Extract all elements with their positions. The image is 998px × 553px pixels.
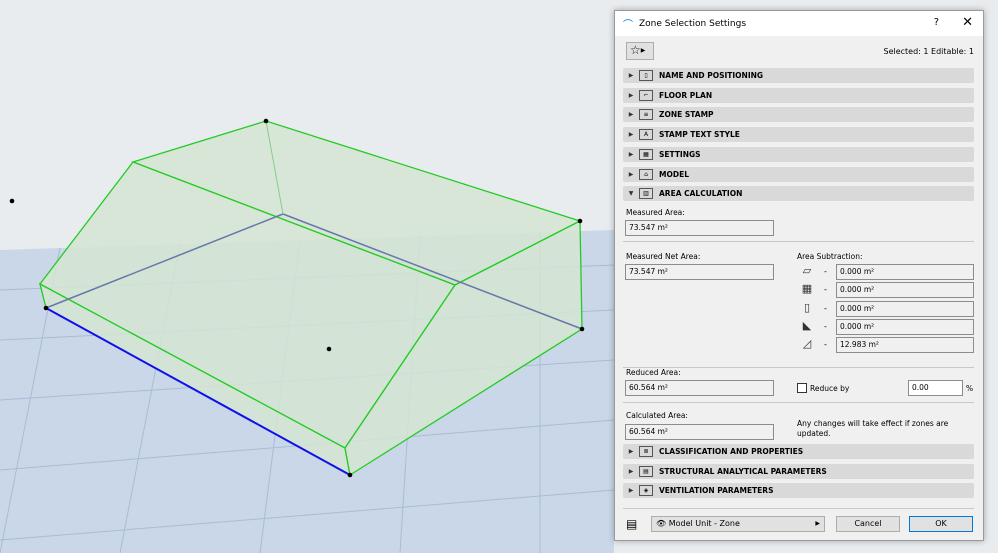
chevron-right-icon: ▶ — [640, 47, 646, 54]
reduced-area-field: 60.564 m² — [625, 380, 774, 396]
chevron-right-icon: ▶ — [628, 72, 634, 79]
divider — [623, 241, 974, 242]
reduce-by-label[interactable]: Reduce by — [810, 384, 849, 393]
section-zone-stamp[interactable]: ▶ ≡ ZONE STAMP — [623, 107, 974, 123]
chevron-right-icon: ▶ — [815, 520, 820, 527]
update-note: Any changes will take effect if zones ar… — [797, 419, 949, 438]
dialog-title: Zone Selection Settings — [639, 18, 747, 29]
chevron-right-icon: ▶ — [628, 111, 634, 119]
chevron-right-icon: ▶ — [628, 150, 634, 158]
subtraction-icon: ◿ — [802, 337, 812, 351]
layer-selector[interactable]: 👁 Model Unit - Zone ▶ — [651, 516, 825, 532]
chevron-down-icon: ▼ — [628, 190, 634, 198]
section-icon: ▥ — [639, 188, 653, 200]
area-subtraction-label: Area Subtraction: — [797, 252, 863, 261]
section-name-and-positioning[interactable]: ▶ ▯ NAME AND POSITIONING — [623, 68, 974, 83]
subtraction-field: 0.000 m² — [836, 264, 974, 280]
section-label: SETTINGS — [659, 149, 701, 159]
section-label: CLASSIFICATION AND PROPERTIES — [659, 447, 804, 456]
section-model[interactable]: ▶ ⌂ MODEL — [623, 166, 974, 182]
close-button[interactable]: ✕ — [962, 15, 973, 30]
section-icon: ▯ — [639, 70, 653, 81]
subtraction-field: 0.000 m² — [836, 300, 974, 317]
calculated-area-field: 60.564 m² — [625, 424, 774, 440]
app-icon: ⌒ — [623, 20, 633, 31]
dash: - — [824, 303, 827, 313]
section-structural-analytical-parameters[interactable]: ▶ ▤ STRUCTURAL ANALYTICAL PARAMETERS — [623, 463, 974, 479]
section-icon: ◈ — [639, 485, 653, 497]
section-classification-and-properties[interactable]: ▶ ≣ CLASSIFICATION AND PROPERTIES — [623, 444, 974, 459]
chevron-right-icon: ▶ — [628, 467, 634, 475]
net-area-label: Measured Net Area: — [626, 252, 701, 261]
reduce-by-checkbox[interactable] — [797, 383, 807, 393]
calculated-area-label: Calculated Area: — [626, 411, 688, 420]
measured-area-field: 73.547 m² — [625, 220, 774, 236]
section-icon: A — [639, 129, 653, 141]
section-icon: ⌐ — [639, 89, 653, 101]
layer-icon: ▤ — [626, 517, 638, 531]
layer-name: Model Unit - Zone — [668, 519, 740, 528]
section-area-calculation[interactable]: ▼ ▥ AREA CALCULATION — [623, 186, 974, 202]
section-stamp-text-style[interactable]: ▶ A STAMP TEXT STYLE — [623, 127, 974, 143]
section-label: VENTILATION PARAMETERS — [659, 486, 774, 496]
divider — [623, 402, 974, 403]
section-label: NAME AND POSITIONING — [659, 71, 764, 80]
subtraction-icon: ▱ — [802, 264, 812, 277]
section-icon: ▦ — [639, 148, 653, 160]
section-ventilation-parameters[interactable]: ▶ ◈ VENTILATION PARAMETERS — [623, 483, 974, 499]
selection-info: Selected: 1 Editable: 1 — [883, 47, 975, 56]
zone-selection-settings-dialog: ⌒ Zone Selection Settings ? ✕ ☆▶ Selecte… — [614, 10, 984, 541]
section-floor-plan[interactable]: ▶ ⌐ FLOOR PLAN — [623, 87, 974, 103]
dash: - — [824, 285, 827, 295]
dash: - — [824, 267, 827, 276]
section-label: STRUCTURAL ANALYTICAL PARAMETERS — [659, 466, 827, 476]
section-label: MODEL — [659, 169, 689, 179]
section-label: FLOOR PLAN — [659, 90, 713, 100]
reduce-by-input[interactable]: 0.00 — [908, 380, 963, 396]
percent-label: % — [966, 384, 974, 393]
chevron-right-icon: ▶ — [628, 91, 634, 99]
measured-area-label: Measured Area: — [626, 208, 685, 217]
section-settings[interactable]: ▶ ▦ SETTINGS — [623, 146, 974, 162]
cancel-button[interactable]: Cancel — [836, 516, 900, 532]
divider — [623, 508, 974, 509]
net-area-field: 73.547 m² — [625, 264, 774, 280]
subtraction-field: 0.000 m² — [836, 282, 974, 299]
dash: - — [824, 321, 827, 331]
favorites-button[interactable]: ☆▶ — [626, 42, 654, 60]
ok-button[interactable]: OK — [909, 516, 973, 532]
chevron-right-icon: ▶ — [628, 487, 634, 495]
section-icon: ≣ — [639, 446, 653, 457]
section-icon: ≡ — [639, 109, 653, 121]
section-label: ZONE STAMP — [659, 110, 714, 120]
subtraction-icon: ▦ — [801, 282, 813, 296]
eye-icon: 👁 — [656, 519, 667, 528]
chevron-right-icon: ▶ — [628, 170, 634, 178]
subtraction-field: 0.000 m² — [836, 318, 974, 335]
subtraction-icon: ◣ — [802, 318, 812, 332]
section-label: AREA CALCULATION — [659, 189, 743, 199]
title-bar: ⌒ Zone Selection Settings ? ✕ — [615, 11, 983, 36]
star-icon: ☆ — [630, 43, 641, 57]
help-button[interactable]: ? — [934, 17, 939, 28]
subtraction-field: 12.983 m² — [836, 337, 974, 354]
dash: - — [824, 340, 827, 350]
chevron-right-icon: ▶ — [628, 131, 634, 139]
subtraction-icon: ▯ — [803, 300, 811, 314]
section-label: STAMP TEXT STYLE — [659, 130, 740, 140]
section-icon: ⌂ — [639, 168, 653, 180]
reduced-area-label: Reduced Area: — [626, 368, 681, 377]
chevron-right-icon: ▶ — [628, 448, 634, 455]
section-icon: ▤ — [639, 465, 653, 477]
